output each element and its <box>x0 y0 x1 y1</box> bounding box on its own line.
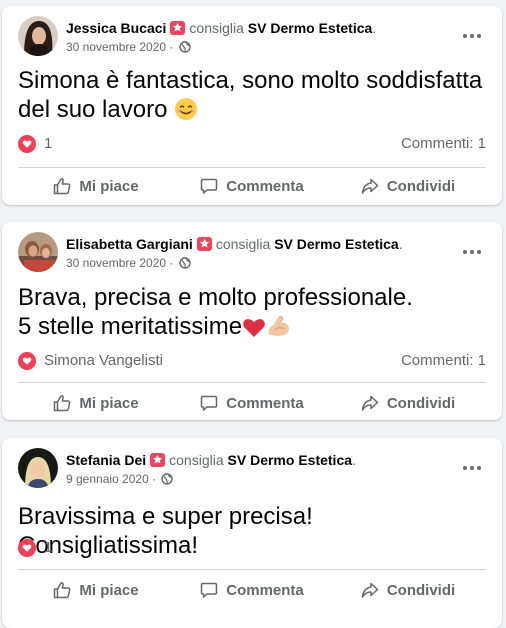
post-text-line: Simona è fantastica, sono molto soddisfa… <box>18 67 483 94</box>
post-actions: Mi piace Commenta Condividi <box>18 573 486 607</box>
more-options-icon[interactable] <box>458 456 486 480</box>
post-text: Simona è fantastica, sono molto soddisfa… <box>18 66 490 128</box>
post-stats: 1 <box>18 539 486 559</box>
thumbs-up-icon <box>54 395 71 412</box>
share-icon <box>361 395 379 411</box>
post-meta: 30 novembre 2020 · <box>66 39 191 55</box>
review-post-3: Stefania Dei consiglia SV Dermo Estetica.… <box>2 438 502 628</box>
author-name[interactable]: Stefania Dei <box>66 452 146 468</box>
more-options-icon[interactable] <box>458 24 486 48</box>
comment-label: Commenta <box>226 177 304 195</box>
like-button[interactable]: Mi piace <box>18 169 174 203</box>
page-name[interactable]: SV Dermo Estetica <box>228 452 353 468</box>
globe-icon <box>179 257 191 269</box>
like-label: Mi piace <box>79 394 139 412</box>
recommend-verb: consiglia <box>189 20 244 36</box>
recommend-badge-icon <box>196 237 212 251</box>
globe-icon <box>179 41 191 53</box>
red-heart-emoji-icon <box>242 316 266 345</box>
reactor-name[interactable]: Simona Vangelisti <box>44 352 163 370</box>
share-label: Condividi <box>386 177 456 195</box>
share-label: Condividi <box>386 394 456 412</box>
love-reaction-icon[interactable] <box>18 135 36 153</box>
review-post-1: Jessica Bucaci consiglia SV Dermo Estetic… <box>2 6 502 205</box>
smiling-face-emoji-icon <box>174 97 198 128</box>
love-reaction-icon[interactable] <box>18 539 36 557</box>
like-button[interactable]: Mi piace <box>18 573 174 607</box>
comment-label: Commenta <box>226 581 304 599</box>
post-date[interactable]: 9 gennaio 2020 <box>66 472 149 486</box>
post-title-line: Stefania Dei consiglia SV Dermo Estetica. <box>66 452 356 468</box>
recommend-verb: consiglia <box>169 452 224 468</box>
comment-icon <box>200 178 218 194</box>
post-title-line: Jessica Bucaci consiglia SV Dermo Estetic… <box>66 20 377 36</box>
recommend-badge-icon <box>170 21 186 35</box>
comment-button[interactable]: Commenta <box>174 386 330 420</box>
post-actions: Mi piace Commenta Condividi <box>18 169 486 203</box>
comment-label: Commenta <box>226 394 304 412</box>
divider <box>18 382 486 383</box>
thumbs-up-icon <box>54 178 71 195</box>
divider <box>18 569 486 570</box>
share-icon <box>361 178 379 194</box>
reaction-count[interactable]: 1 <box>44 539 52 557</box>
share-button[interactable]: Condividi <box>330 386 486 420</box>
author-name[interactable]: Jessica Bucaci <box>66 20 166 36</box>
post-text-line: 5 stelle meritatissime <box>18 312 490 345</box>
like-label: Mi piace <box>79 581 139 599</box>
post-date[interactable]: 30 novembre 2020 <box>66 256 166 270</box>
post-header: Elisabetta Gargiani consiglia SV Dermo Es… <box>18 232 486 272</box>
comment-icon <box>200 395 218 411</box>
comment-button[interactable]: Commenta <box>174 169 330 203</box>
share-button[interactable]: Condividi <box>330 573 486 607</box>
reaction-count[interactable]: 1 <box>44 135 52 153</box>
post-actions: Mi piace Commenta Condividi <box>18 386 486 420</box>
page-name[interactable]: SV Dermo Estetica <box>248 20 373 36</box>
post-stats: 1 Commenti: 1 <box>18 135 486 155</box>
post-title-line: Elisabetta Gargiani consiglia SV Dermo Es… <box>66 236 403 252</box>
post-text-line: Brava, precisa e molto professionale. <box>18 284 413 311</box>
recommend-verb: consiglia <box>215 236 271 252</box>
post-text-line: del suo lavoro <box>18 95 490 128</box>
divider <box>18 167 486 168</box>
flexed-biceps-emoji-icon <box>266 314 292 345</box>
avatar[interactable] <box>18 16 58 56</box>
post-stats: Simona Vangelisti Commenti: 1 <box>18 352 486 372</box>
post-meta: 9 gennaio 2020 · <box>66 471 174 487</box>
comment-icon <box>200 582 218 598</box>
like-button[interactable]: Mi piace <box>18 386 174 420</box>
post-text: Brava, precisa e molto professionale. 5 … <box>18 283 490 345</box>
like-label: Mi piace <box>79 177 139 195</box>
comments-count[interactable]: Commenti: 1 <box>401 135 486 153</box>
comment-button[interactable]: Commenta <box>174 573 330 607</box>
share-label: Condividi <box>386 581 456 599</box>
post-meta: 30 novembre 2020 · <box>66 255 191 271</box>
author-name[interactable]: Elisabetta Gargiani <box>66 236 193 252</box>
review-post-2: Elisabetta Gargiani consiglia SV Dermo Es… <box>2 222 502 420</box>
avatar[interactable] <box>18 448 58 488</box>
comments-count[interactable]: Commenti: 1 <box>401 352 486 370</box>
post-date[interactable]: 30 novembre 2020 <box>66 40 166 54</box>
love-reaction-icon[interactable] <box>18 352 36 370</box>
more-options-icon[interactable] <box>458 240 486 264</box>
recommend-badge-icon <box>150 453 166 467</box>
share-button[interactable]: Condividi <box>330 169 486 203</box>
thumbs-up-icon <box>54 582 71 599</box>
avatar[interactable] <box>18 232 58 272</box>
post-header: Jessica Bucaci consiglia SV Dermo Estetic… <box>18 16 486 56</box>
page-name[interactable]: SV Dermo Estetica <box>274 236 399 252</box>
globe-icon <box>161 473 174 485</box>
post-header: Stefania Dei consiglia SV Dermo Estetica.… <box>18 448 486 488</box>
share-icon <box>361 582 379 598</box>
